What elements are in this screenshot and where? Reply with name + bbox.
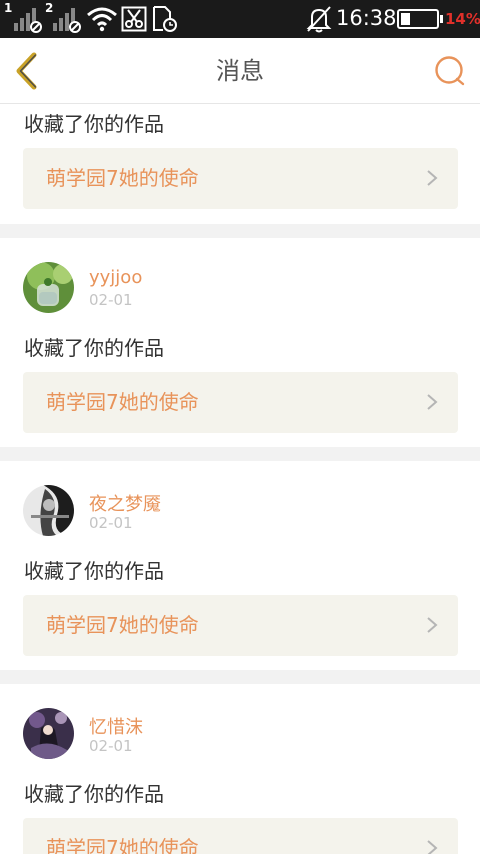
username[interactable]: 夜之梦魇	[89, 490, 161, 516]
search-icon	[435, 56, 465, 86]
back-button[interactable]	[10, 50, 50, 92]
message-card: 收藏了你的作品 萌学园7她的使命	[0, 104, 480, 224]
document-clock-icon	[153, 6, 177, 32]
username[interactable]: yyjjoo	[89, 267, 142, 288]
work-title: 萌学园7她的使命	[46, 390, 199, 414]
battery-percent: 14%	[445, 10, 480, 28]
sim2-label: 2	[45, 1, 54, 15]
work-link-item[interactable]: 萌学园7她的使命	[23, 148, 458, 209]
work-link-item[interactable]: 萌学园7她的使命	[23, 595, 458, 656]
username[interactable]: 忆惜沫	[89, 713, 143, 739]
work-link-item[interactable]: 萌学园7她的使命	[23, 818, 458, 854]
message-date: 02-01	[89, 514, 133, 532]
message-list[interactable]: 收藏了你的作品 萌学园7她的使命 yyjjoo 02-01 收藏了你的作品 萌学…	[0, 104, 480, 854]
avatar[interactable]	[23, 708, 74, 759]
top-nav-bar: 消息	[0, 38, 480, 104]
message-action-text: 收藏了你的作品	[24, 559, 164, 583]
back-arrow-icon	[16, 52, 37, 90]
battery-icon	[397, 9, 443, 29]
chevron-right-icon	[427, 840, 438, 854]
chevron-right-icon	[427, 394, 438, 410]
search-button[interactable]	[432, 53, 468, 89]
message-card: 忆惜沫 02-01 收藏了你的作品 萌学园7她的使命	[0, 684, 480, 854]
mute-bell-icon	[306, 6, 332, 33]
card-divider	[0, 670, 480, 684]
chevron-right-icon	[427, 617, 438, 633]
avatar[interactable]	[23, 262, 74, 313]
clock-time: 16:38	[336, 6, 397, 30]
avatar[interactable]	[23, 485, 74, 536]
message-action-text: 收藏了你的作品	[24, 336, 164, 360]
card-divider	[0, 224, 480, 238]
message-card: yyjjoo 02-01 收藏了你的作品 萌学园7她的使命	[0, 238, 480, 447]
page-title: 消息	[216, 57, 264, 85]
message-date: 02-01	[89, 737, 133, 755]
chevron-right-icon	[427, 170, 438, 186]
work-title: 萌学园7她的使命	[46, 836, 199, 854]
sim1-label: 1	[4, 1, 13, 15]
message-action-text: 收藏了你的作品	[24, 782, 164, 806]
message-date: 02-01	[89, 291, 133, 309]
work-title: 萌学园7她的使命	[46, 613, 199, 637]
work-title: 萌学园7她的使命	[46, 166, 199, 190]
message-action-text: 收藏了你的作品	[24, 112, 164, 136]
wifi-icon	[87, 7, 117, 32]
card-divider	[0, 447, 480, 461]
scissors-icon	[121, 6, 147, 32]
work-link-item[interactable]: 萌学园7她的使命	[23, 372, 458, 433]
status-bar: 1 2 16:38 14%	[0, 0, 480, 38]
message-card: 夜之梦魇 02-01 收藏了你的作品 萌学园7她的使命	[0, 461, 480, 670]
